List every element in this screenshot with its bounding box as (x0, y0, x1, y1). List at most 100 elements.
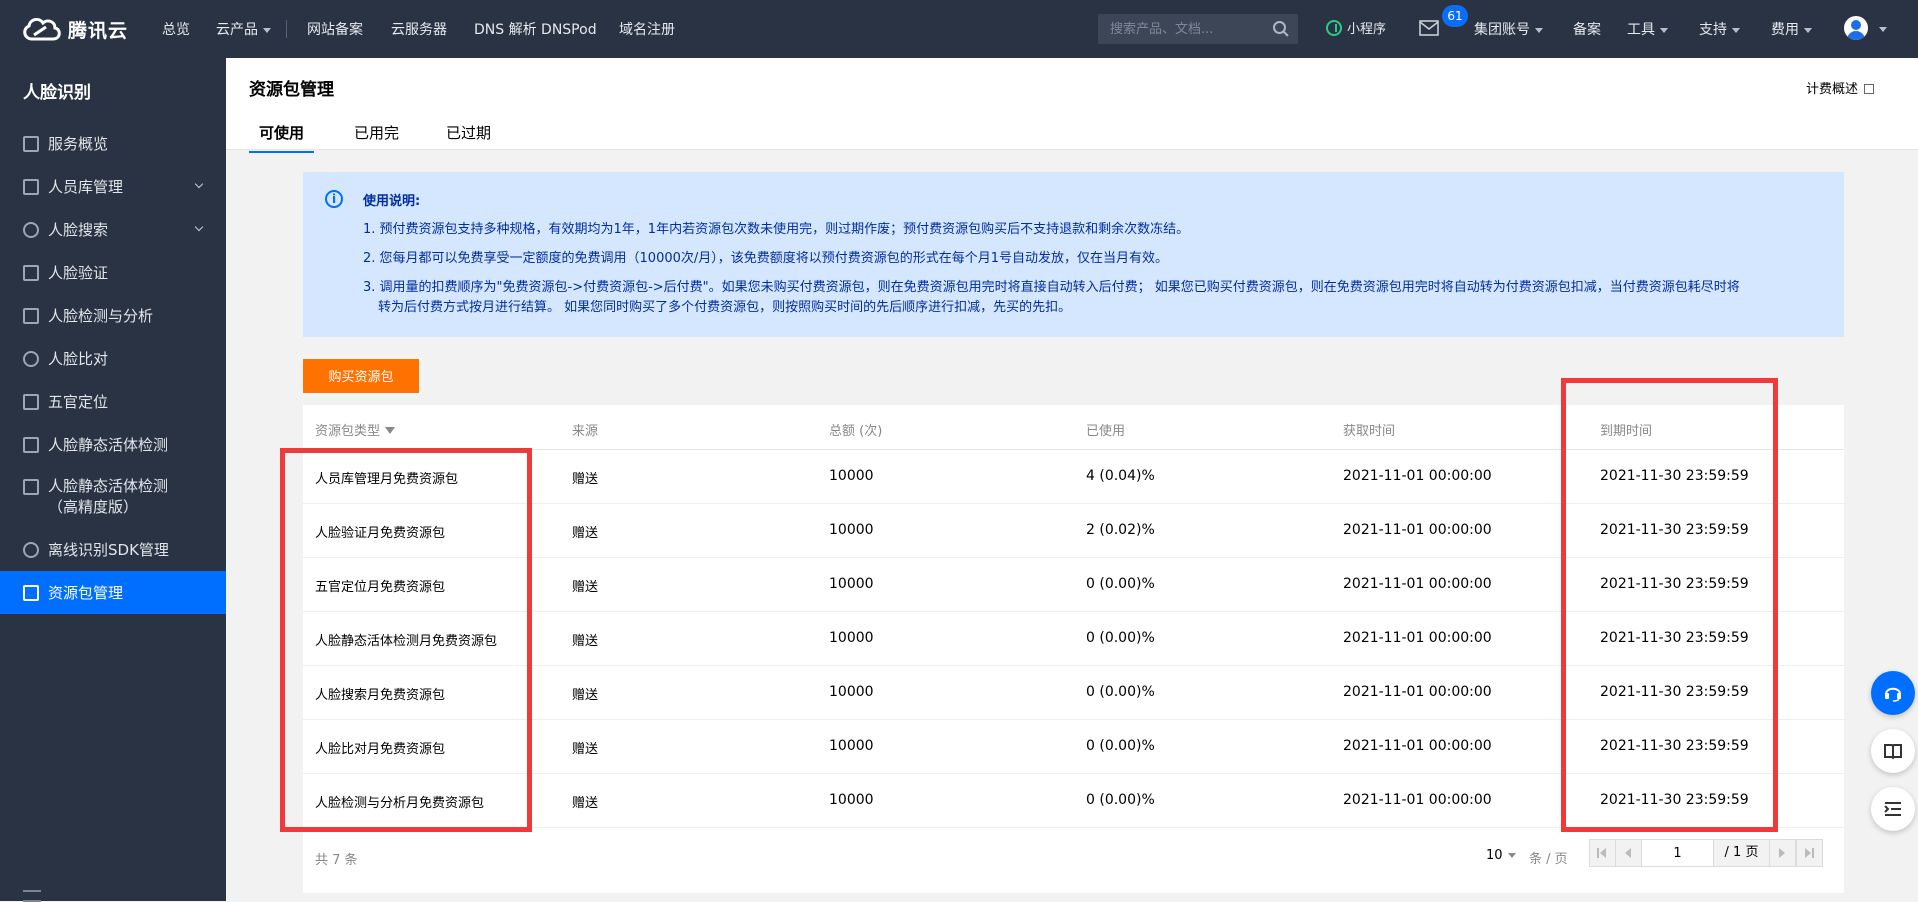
sidebar: 人脸识别 服务概览 人员库管理 人脸搜索 人脸验证 人脸检测与分析 人脸比对 五… (0, 58, 226, 902)
cell-total: 10000 (829, 630, 874, 646)
nav-overview[interactable]: 总览 (162, 19, 190, 39)
cell-total: 10000 (829, 576, 874, 592)
sidebar-item-face-verify[interactable]: 人脸验证 (0, 251, 226, 294)
chevron-down-icon[interactable] (1879, 27, 1887, 32)
billing-overview-label: 计费概述 (1805, 82, 1858, 97)
column-header-type[interactable]: 资源包类型 (315, 420, 396, 439)
face-search-icon (23, 221, 39, 238)
customer-service-button[interactable] (1871, 671, 1915, 715)
sidebar-item-offline-sdk[interactable]: 离线识别SDK管理 (0, 528, 226, 571)
first-page-button[interactable] (1590, 840, 1616, 866)
docs-button[interactable] (1871, 729, 1915, 773)
filter-icon[interactable] (385, 427, 396, 434)
prev-page-icon (1625, 848, 1631, 858)
tab-expired[interactable]: 已过期 (446, 122, 491, 151)
notice-line: 2. 您每月都可以免费享受一定额度的免费调用（10000次/月），该免费额度将以… (363, 251, 1169, 266)
sidebar-item-face-detect[interactable]: 人脸检测与分析 (0, 294, 226, 337)
tab-used-up[interactable]: 已用完 (354, 122, 399, 151)
sidebar-item-face-search[interactable]: 人脸搜索 (0, 208, 226, 251)
search-input[interactable] (1098, 14, 1258, 44)
brand-name: 腾讯云 (68, 19, 129, 42)
sidebar-item-facial-landmarks[interactable]: 五官定位 (0, 380, 226, 423)
last-page-bar (1812, 848, 1814, 858)
page-header: 资源包管理 计费概述 可使用 已用完 已过期 (226, 58, 1918, 153)
sidebar-item-label: 离线识别SDK管理 (48, 541, 169, 559)
sidebar-item-person-library[interactable]: 人员库管理 (0, 165, 226, 208)
page-number-input[interactable] (1642, 840, 1714, 866)
sidebar-item-liveness-hd[interactable]: 人脸静态活体检测 （高精度版） (0, 466, 226, 528)
image-icon (23, 307, 39, 324)
cell-total: 10000 (829, 684, 874, 700)
nav-group-account[interactable]: 集团账号 (1474, 19, 1543, 39)
nav-products[interactable]: 云产品 (216, 19, 271, 39)
mail-count-badge: 61 (1442, 5, 1468, 27)
prev-page-button[interactable] (1616, 840, 1642, 866)
sidebar-item-label: 服务概览 (48, 135, 109, 153)
tab-available[interactable]: 可使用 (249, 122, 315, 153)
sidebar-item-resource-packs[interactable]: 资源包管理 (0, 571, 226, 614)
column-header-source: 来源 (572, 424, 599, 439)
chevron-down-icon (194, 222, 204, 232)
page-size-select[interactable]: 10 (1486, 848, 1516, 863)
mail-icon[interactable] (1419, 20, 1439, 36)
user-avatar[interactable] (1844, 16, 1868, 40)
buy-resource-pack-button[interactable]: 购买资源包 (303, 359, 419, 393)
nav-billing[interactable]: 费用 (1771, 19, 1812, 39)
notice-title: 使用说明: (363, 194, 421, 209)
cell-source: 赠送 (572, 688, 599, 703)
sidebar-item-label-main: 人脸静态活体检测 (48, 477, 169, 495)
nav-tools[interactable]: 工具 (1627, 19, 1668, 39)
last-page-icon (1805, 848, 1811, 858)
notice-line: 3. 调用量的扣费顺序为"免费资源包->付费资源包->后付费"。如果您未购买付费… (363, 280, 1740, 295)
cell-acquired: 2021-11-01 00:00:00 (1343, 468, 1492, 484)
cell-source: 赠送 (572, 634, 599, 649)
sidebar-item-label: 人脸静态活体检测 (48, 436, 169, 454)
last-page-button[interactable] (1796, 840, 1822, 866)
nav-support[interactable]: 支持 (1699, 19, 1740, 39)
column-header-acquired: 获取时间 (1343, 424, 1396, 439)
page-title: 资源包管理 (249, 80, 334, 100)
nav-icp-filing[interactable]: 网站备案 (307, 19, 363, 39)
mini-program-label: 小程序 (1347, 22, 1387, 37)
headset-icon (1885, 687, 1901, 702)
brand-logo[interactable]: 腾讯云 (20, 15, 128, 43)
highlight-box-expiry-column (1561, 378, 1778, 832)
nav-filing[interactable]: 备案 (1573, 19, 1601, 39)
sidebar-item-label: 人脸静态活体检测 （高精度版） (48, 476, 168, 518)
sidebar-item-face-compare[interactable]: 人脸比对 (0, 337, 226, 380)
search-icon[interactable] (1272, 20, 1290, 38)
cell-used: 0 (0.00)% (1086, 576, 1155, 592)
mini-program-link[interactable]: 小程序 (1326, 18, 1386, 37)
nav-domain[interactable]: 域名注册 (619, 19, 675, 39)
usage-notice: i 使用说明: 1. 预付费资源包支持多种规格，有效期均为1年，1年内若资源包次… (303, 172, 1844, 337)
billing-overview-link[interactable]: 计费概述 (1806, 78, 1874, 97)
cell-source: 赠送 (572, 742, 599, 757)
cell-used: 0 (0.00)% (1086, 738, 1155, 754)
sidebar-item-liveness[interactable]: 人脸静态活体检测 (0, 423, 226, 466)
sidebar-item-overview[interactable]: 服务概览 (0, 122, 226, 165)
cell-source: 赠送 (572, 580, 599, 595)
cell-used: 0 (0.00)% (1086, 630, 1155, 646)
cell-source: 赠送 (572, 526, 599, 541)
nav-cvm[interactable]: 云服务器 (391, 19, 447, 39)
sidebar-item-label: 人脸比对 (48, 350, 109, 368)
cell-total: 10000 (829, 522, 874, 538)
face-scan-icon (23, 264, 39, 281)
next-page-icon (1779, 848, 1785, 858)
next-page-button[interactable] (1770, 840, 1796, 866)
cell-acquired: 2021-11-01 00:00:00 (1343, 738, 1492, 754)
per-page-label: 条 / 页 (1529, 852, 1568, 867)
notice-line: 转为后付费方式按月进行结算。 如果您同时购买了多个付费资源包，则按照购买时间的先… (378, 300, 1072, 315)
nav-dnspod[interactable]: DNS 解析 DNSPod (474, 19, 597, 39)
external-link-icon (1864, 84, 1874, 94)
menu-toggle-button[interactable] (1871, 787, 1915, 831)
chevron-down-icon (1660, 27, 1668, 33)
column-header-label: 资源包类型 (315, 424, 381, 439)
collapse-menu-icon[interactable] (23, 890, 41, 902)
nav-billing-label: 费用 (1771, 22, 1799, 38)
cell-used: 2 (0.02)% (1086, 522, 1155, 538)
sidebar-item-label: 人脸验证 (48, 264, 109, 282)
cell-acquired: 2021-11-01 00:00:00 (1343, 522, 1492, 538)
cloud-logo-icon (23, 17, 61, 41)
first-page-bar (1597, 848, 1599, 858)
